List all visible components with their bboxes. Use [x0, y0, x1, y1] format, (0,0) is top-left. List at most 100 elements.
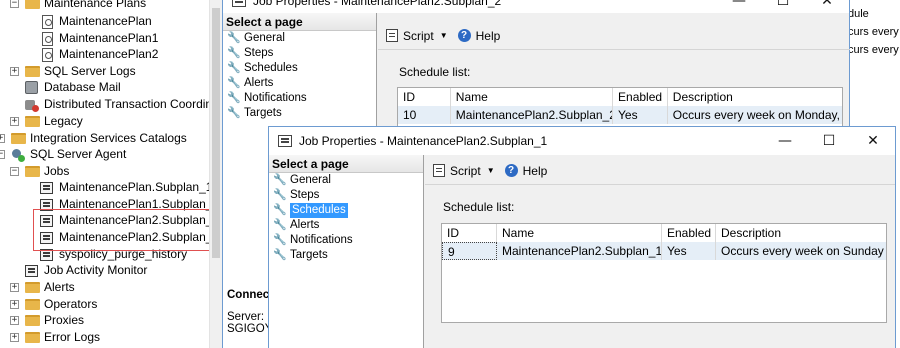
maintenance-plan-icon [42, 14, 53, 29]
schedule-grid[interactable]: ID Name Enabled Description 10 Maintenan… [397, 87, 843, 127]
page-targets[interactable]: 🔧 Targets [269, 248, 423, 263]
folder-icon [11, 133, 26, 144]
schedule-grid[interactable]: ID Name Enabled Description 9 Maintenanc… [441, 223, 887, 323]
column-header-enabled[interactable]: Enabled [613, 88, 668, 106]
dialog-toolbar: Script ▼ ? Help [378, 22, 850, 50]
column-header-id[interactable]: ID [442, 224, 497, 242]
wrench-icon: 🔧 [273, 204, 287, 216]
tree-node-jobs[interactable]: − Jobs [10, 163, 69, 180]
table-row[interactable]: 9 MaintenancePlan2.Subplan_1 Yes Occurs … [442, 242, 886, 260]
page-general[interactable]: 🔧 General [223, 31, 376, 46]
sql-agent-icon [11, 148, 25, 162]
page-steps[interactable]: 🔧 Steps [269, 188, 423, 203]
tree-node-job-activity-monitor[interactable]: Job Activity Monitor [25, 262, 147, 279]
expand-icon[interactable]: + [10, 333, 19, 342]
cell-description: Occurs every week on Monday, Sund [672, 108, 842, 122]
tree-node-label: Error Logs [44, 330, 101, 344]
tree-node-integration-services[interactable]: + Integration Services Catalogs [0, 130, 187, 147]
column-header-name[interactable]: Name [451, 88, 614, 106]
page-selector: Select a page 🔧 General 🔧 Steps 🔧 Schedules… [269, 155, 424, 348]
close-button[interactable]: ✕ [805, 0, 849, 13]
maximize-button[interactable]: ☐ [807, 127, 851, 155]
expand-icon[interactable]: + [10, 316, 19, 325]
page-label-selected: Schedules [290, 203, 348, 218]
page-targets[interactable]: 🔧 Targets [223, 106, 376, 121]
tree-node-maintenanceplan1[interactable]: MaintenancePlan1 [40, 30, 158, 47]
tree-node-dtc[interactable]: Distributed Transaction Coordinat [25, 96, 222, 113]
collapse-icon[interactable]: − [0, 150, 5, 159]
tree-node-sql-server-agent[interactable]: − SQL Server Agent [0, 146, 126, 163]
tree-node-maintenanceplan2[interactable]: MaintenancePlan2 [40, 46, 158, 63]
tree-node-maintenance-plans[interactable]: − Maintenance Plans [10, 0, 146, 12]
expand-icon[interactable]: + [10, 300, 19, 309]
tree-node-label: Operators [44, 297, 98, 311]
page-label: General [244, 32, 285, 44]
tree-node-alerts[interactable]: + Alerts [10, 279, 75, 296]
tree-node-maintenanceplan[interactable]: MaintenancePlan [40, 13, 152, 30]
column-header-id[interactable]: ID [398, 88, 451, 106]
chevron-down-icon[interactable]: ▼ [487, 166, 495, 175]
job-icon [278, 135, 292, 147]
close-button[interactable]: ✕ [851, 127, 895, 155]
page-alerts[interactable]: 🔧 Alerts [223, 76, 376, 91]
page-label: General [290, 174, 331, 186]
column-header-description[interactable]: Description [668, 88, 842, 106]
script-button[interactable]: Script [386, 29, 434, 43]
page-steps[interactable]: 🔧 Steps [223, 46, 376, 61]
page-notifications[interactable]: 🔧 Notifications [269, 233, 423, 248]
dtc-stopped-icon [25, 98, 39, 112]
scrollbar-thumb[interactable] [212, 8, 220, 258]
help-icon[interactable]: ? [457, 29, 471, 42]
column-header-name[interactable]: Name [497, 224, 662, 242]
column-header-partial: dule [849, 8, 869, 20]
description-partial: curs every we [849, 26, 900, 38]
dialog-title: Job Properties - MaintenancePlan2.Subpla… [253, 0, 502, 8]
folder-icon [25, 315, 40, 326]
tree-node-database-mail[interactable]: Database Mail [25, 79, 121, 96]
background-window: dule curs every we curs every we [849, 0, 900, 120]
folder-icon [25, 116, 40, 127]
script-button[interactable]: Script [433, 164, 481, 178]
help-icon[interactable]: ? [504, 164, 518, 177]
dialog-title: Job Properties - MaintenancePlan2.Subpla… [299, 134, 548, 148]
database-mail-icon [25, 81, 38, 94]
collapse-icon[interactable]: − [10, 0, 19, 8]
cell-enabled: Yes [613, 106, 668, 124]
help-button[interactable]: Help [476, 29, 501, 43]
chevron-down-icon[interactable]: ▼ [440, 31, 448, 40]
wrench-icon: 🔧 [227, 92, 241, 104]
help-button[interactable]: Help [523, 164, 548, 178]
column-header-description[interactable]: Description [716, 224, 886, 242]
wrench-icon: 🔧 [227, 107, 241, 119]
folder-icon [25, 332, 40, 343]
tree-node-proxies[interactable]: + Proxies [10, 312, 84, 329]
minimize-button[interactable]: — [717, 0, 761, 13]
dialog-titlebar[interactable]: Job Properties - MaintenancePlan2.Subpla… [269, 127, 895, 155]
expand-icon[interactable]: + [10, 117, 19, 126]
minimize-button[interactable]: — [763, 127, 807, 155]
tree-node-operators[interactable]: + Operators [10, 296, 97, 313]
tree-node-legacy[interactable]: + Legacy [10, 113, 83, 130]
page-schedules[interactable]: 🔧 Schedules [269, 203, 423, 218]
script-label: Script [450, 163, 481, 178]
page-notifications[interactable]: 🔧 Notifications [223, 91, 376, 106]
maximize-button[interactable]: ☐ [761, 0, 805, 13]
tree-node-job[interactable]: MaintenancePlan.Subplan_1 [40, 179, 212, 196]
tree-node-label: Job Activity Monitor [44, 263, 148, 277]
collapse-icon[interactable]: − [10, 167, 19, 176]
tree-scrollbar[interactable] [209, 0, 222, 348]
tree-node-label: Database Mail [44, 80, 121, 94]
expand-icon[interactable]: + [10, 67, 19, 76]
dialog-titlebar[interactable]: Job Properties - MaintenancePlan2.Subpla… [223, 0, 849, 13]
page-schedules[interactable]: 🔧 Schedules [223, 61, 376, 76]
tree-node-sql-server-logs[interactable]: + SQL Server Logs [10, 63, 136, 80]
page-general[interactable]: 🔧 General [269, 173, 423, 188]
expand-icon[interactable]: + [10, 283, 19, 292]
table-row[interactable]: 10 MaintenancePlan2.Subplan_2 Yes Occurs… [398, 106, 842, 124]
expand-icon[interactable]: + [0, 134, 5, 143]
column-header-enabled[interactable]: Enabled [662, 224, 716, 242]
wrench-icon: 🔧 [273, 234, 287, 246]
tree-node-error-logs[interactable]: + Error Logs [10, 329, 100, 346]
page-alerts[interactable]: 🔧 Alerts [269, 218, 423, 233]
page-label: Schedules [244, 62, 298, 74]
